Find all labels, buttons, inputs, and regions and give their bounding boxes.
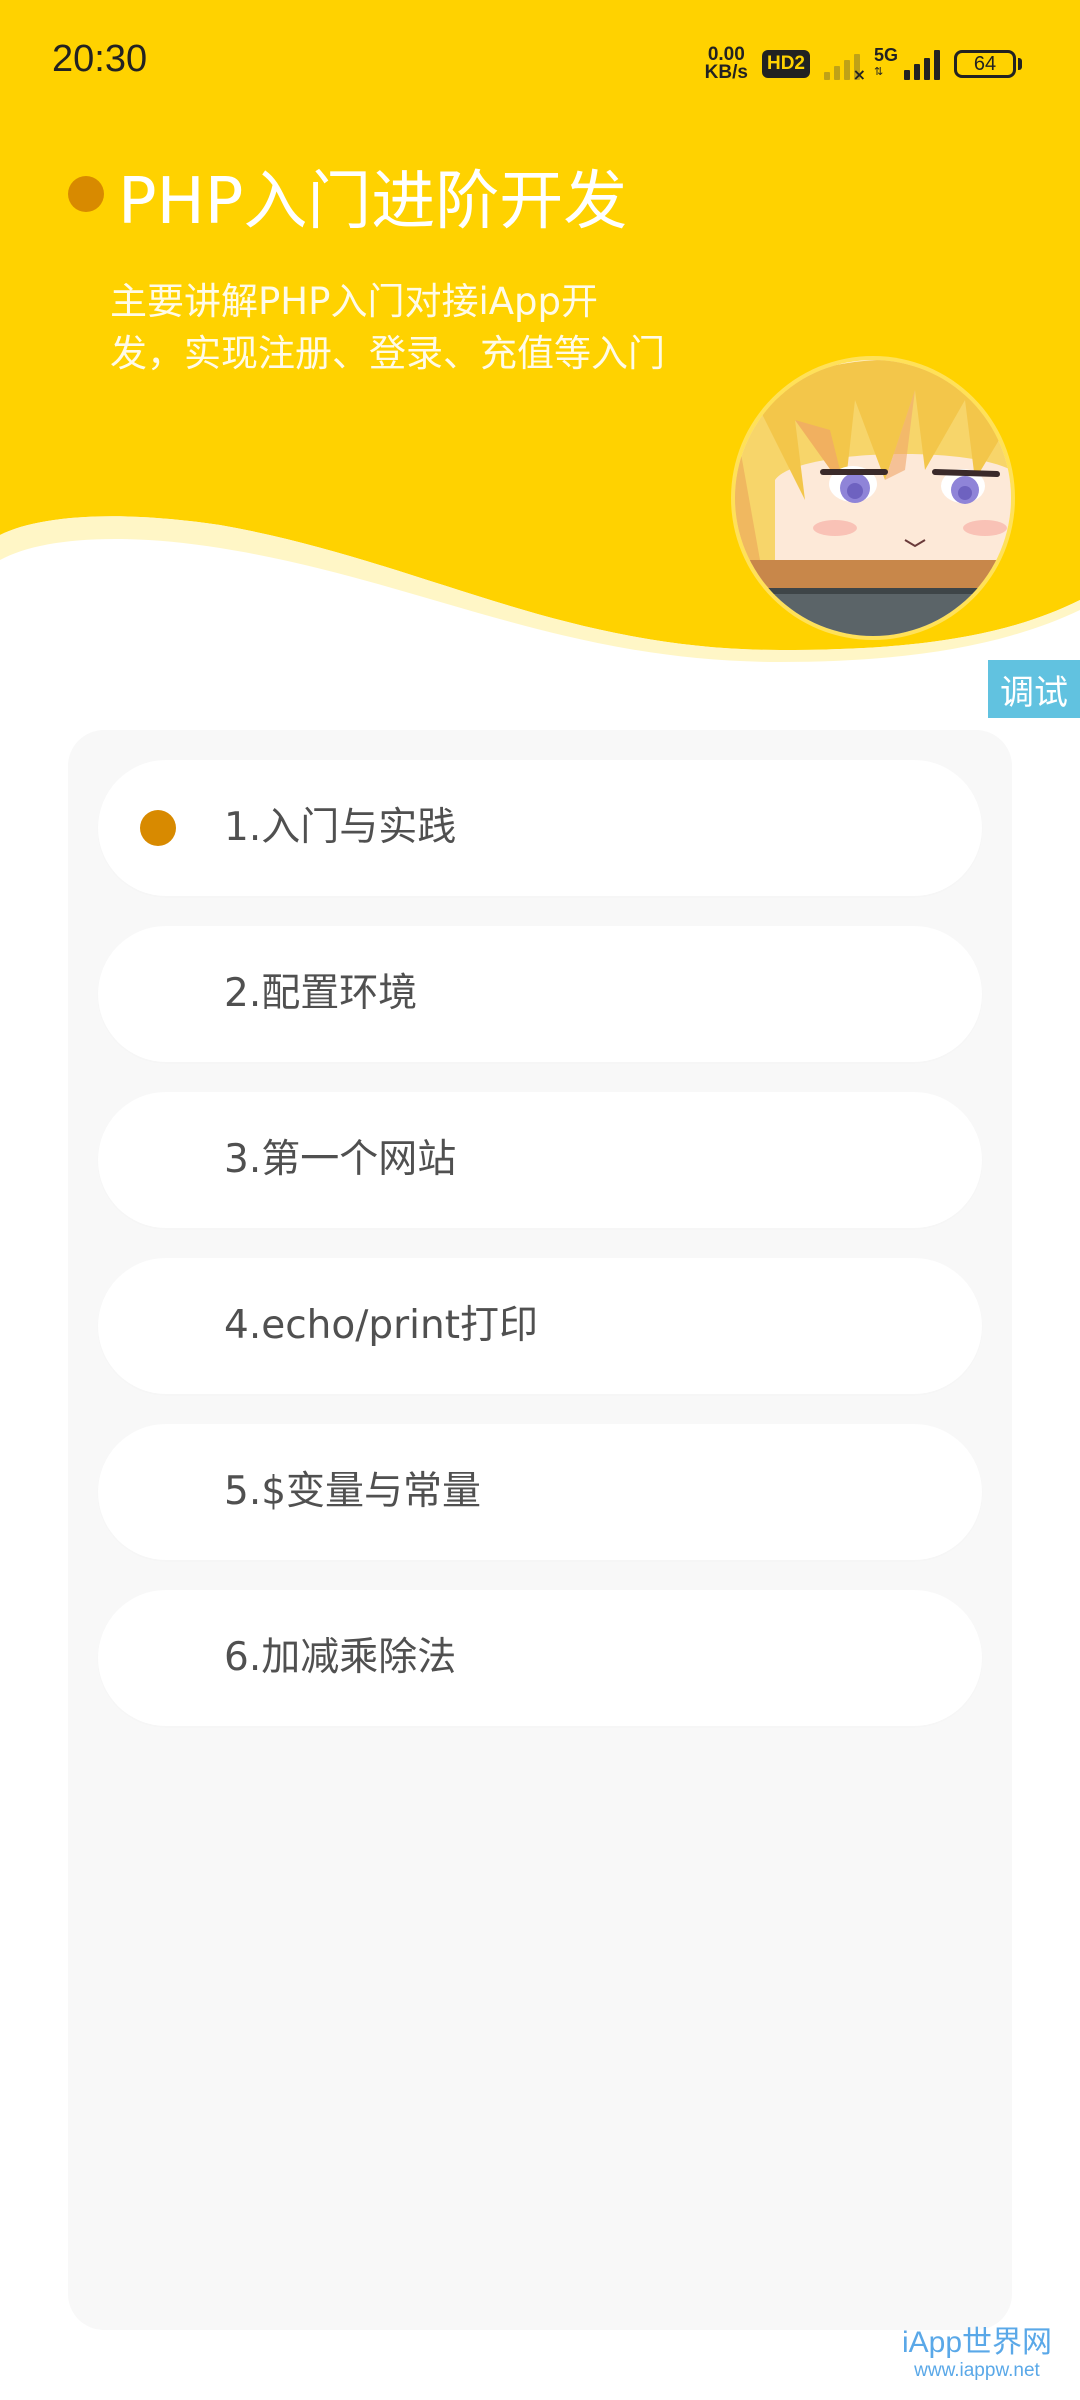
list-item[interactable]: 2.配置环境: [98, 926, 982, 1062]
network-speed: 0.00 KB/s: [704, 45, 748, 83]
list-item[interactable]: 5.$变量与常量: [98, 1424, 982, 1560]
subtitle-line-1: 主要讲解PHP入门对接iApp开: [110, 280, 599, 323]
watermark: iApp世界网 www.iappw.net: [902, 2326, 1052, 2382]
list-item[interactable]: 1.入门与实践: [98, 760, 982, 896]
anime-character-image: [735, 360, 1011, 636]
watermark-name: iApp世界网: [901, 2326, 1052, 2359]
list-item-label: 5.$变量与常量: [224, 1469, 482, 1514]
status-time: 20:30: [52, 38, 148, 80]
list-item-label: 3.第一个网站: [224, 1137, 457, 1182]
status-bar: 20:30 0.00 KB/s HD2 × 5G ⇅ 64: [0, 0, 1080, 128]
debug-button[interactable]: 调试: [988, 660, 1080, 718]
page-subtitle: 主要讲解PHP入门对接iApp开 发，实现注册、登录、充值等入门: [110, 276, 730, 380]
data-arrows-icon: ⇅: [873, 66, 884, 78]
signal-full-icon: [904, 48, 940, 80]
list-item-label: 4.echo/print打印: [224, 1303, 538, 1348]
network-type: 5G ⇅: [873, 45, 898, 81]
list-item-label: 6.加减乘除法: [224, 1635, 457, 1680]
avatar[interactable]: [735, 360, 1011, 636]
active-dot-icon: [140, 810, 176, 846]
list-item[interactable]: 4.echo/print打印: [98, 1258, 982, 1394]
chapter-list: 1.入门与实践 2.配置环境 3.第一个网站 4.echo/print打印 5.…: [68, 730, 1012, 2330]
network-type-label: 5G: [873, 45, 898, 65]
signal-weak-icon: ×: [823, 48, 866, 84]
no-signal-icon: ×: [852, 65, 866, 84]
battery-icon: 64: [954, 50, 1022, 78]
list-item[interactable]: 6.加减乘除法: [98, 1590, 982, 1726]
network-speed-unit: KB/s: [704, 62, 748, 83]
subtitle-line-2: 发，实现注册、登录、充值等入门: [110, 332, 665, 375]
battery-level: 64: [954, 50, 1016, 78]
list-item-label: 2.配置环境: [224, 971, 418, 1016]
status-icons: 0.00 KB/s HD2 × 5G ⇅ 64: [705, 42, 1022, 86]
list-item[interactable]: 3.第一个网站: [98, 1092, 982, 1228]
watermark-url: www.iappw.net: [914, 2360, 1040, 2381]
list-item-label: 1.入门与实践: [224, 805, 457, 850]
title-dot-icon: [68, 176, 104, 212]
hd-badge: HD2: [761, 50, 810, 78]
page-title: PHP入门进阶开发: [118, 165, 628, 239]
